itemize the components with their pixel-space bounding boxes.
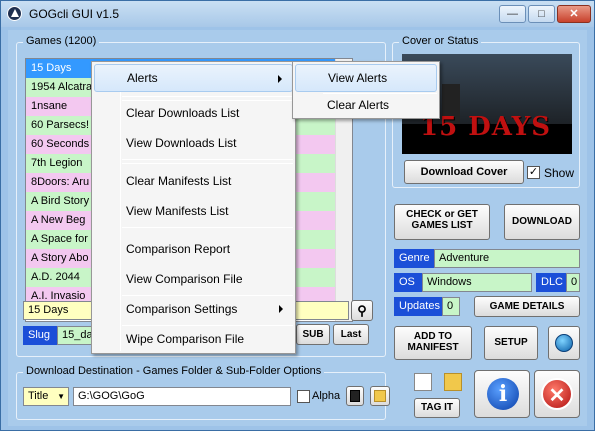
menu-item-label: Clear Downloads List	[126, 106, 240, 120]
globe-icon	[555, 334, 573, 352]
sub-button[interactable]: SUB	[296, 324, 330, 345]
dlc-field: 0	[566, 273, 580, 292]
setup-label: SETUP	[494, 337, 528, 348]
menu-item-label: Clear Manifests List	[126, 174, 232, 188]
window-title: GOGcli GUI v1.5	[29, 7, 120, 21]
search-button[interactable]: ⚲	[351, 300, 373, 321]
add-manifest-line1: ADD TO	[413, 331, 453, 342]
chevron-down-icon: ▼	[57, 392, 65, 401]
cover-group-title: Cover or Status	[399, 35, 482, 47]
submenu-item-label: View Alerts	[328, 71, 388, 85]
menu-item-comparison-report[interactable]: Comparison Report	[94, 235, 293, 263]
download-path-field[interactable]: G:\GOG\GoG	[73, 387, 291, 406]
last-button[interactable]: Last	[333, 324, 369, 345]
games-group-title: Games (1200)	[23, 35, 100, 47]
last-button-label: Last	[340, 329, 362, 340]
updates-field: 0	[442, 297, 460, 316]
maximize-button[interactable]: □	[528, 5, 555, 23]
menu-item-label: View Manifests List	[126, 204, 229, 218]
menu-item-alerts[interactable]: Alerts	[94, 64, 293, 92]
menu-item-view-comparison-file[interactable]: View Comparison File	[94, 265, 293, 293]
alpha-checkbox[interactable]	[297, 390, 310, 403]
menu-item-label: Wipe Comparison File	[126, 332, 245, 346]
tag-folder-button[interactable]	[346, 386, 364, 406]
submenu-item-clear-alerts[interactable]: Clear Alerts	[295, 91, 437, 119]
minimize-button[interactable]: —	[499, 5, 526, 23]
menu-item-clear-manifests[interactable]: Clear Manifests List	[94, 167, 293, 195]
submenu-arrow-icon	[278, 75, 282, 83]
slug-label: Slug	[23, 326, 57, 345]
dlc-label: DLC	[536, 273, 566, 292]
add-manifest-line2: MANIFEST	[407, 342, 459, 353]
web-button[interactable]	[548, 326, 580, 360]
download-button[interactable]: DOWNLOAD	[504, 204, 580, 240]
menu-item-label: View Downloads List	[126, 136, 237, 150]
alerts-submenu: View Alerts Clear Alerts	[292, 61, 440, 119]
setup-button[interactable]: SETUP	[484, 326, 538, 360]
menu-item-label: Alerts	[127, 71, 158, 85]
download-cover-label: Download Cover	[420, 166, 508, 178]
submenu-item-label: Clear Alerts	[327, 98, 390, 112]
exit-icon: ✕	[541, 378, 573, 410]
search-icon: ⚲	[357, 303, 367, 318]
subfolder-select-value: Title	[28, 390, 49, 402]
document-icon[interactable]	[414, 373, 432, 391]
open-folder-button[interactable]	[370, 386, 390, 406]
alpha-label: Alpha	[312, 390, 341, 402]
menu-item-view-manifests[interactable]: View Manifests List	[94, 197, 293, 225]
exit-button[interactable]: ✕	[534, 370, 580, 418]
menu-item-view-downloads[interactable]: View Downloads List	[94, 129, 293, 157]
sub-button-label: SUB	[302, 329, 324, 340]
check-get-games-button[interactable]: CHECK or GET GAMES LIST	[394, 204, 490, 240]
submenu-item-view-alerts[interactable]: View Alerts	[295, 64, 437, 92]
download-cover-button[interactable]: Download Cover	[404, 160, 524, 184]
submenu-arrow-icon	[279, 305, 283, 313]
context-menu: Alerts Clear Downloads List View Downloa…	[91, 61, 296, 354]
tag-icon	[350, 390, 360, 402]
tag-it-label: TAG IT	[420, 402, 454, 413]
show-cover-label: Show	[544, 166, 575, 180]
download-label: DOWNLOAD	[512, 216, 572, 227]
add-to-manifest-button[interactable]: ADD TO MANIFEST	[394, 326, 472, 360]
title-bar[interactable]: GOGcli GUI v1.5 — □ ✕	[1, 1, 594, 27]
folder-icon	[374, 390, 386, 402]
game-details-button[interactable]: GAME DETAILS	[474, 296, 580, 317]
folder-stack-icon[interactable]	[444, 373, 462, 391]
subfolder-select[interactable]: Title ▼	[23, 387, 69, 406]
check-get-line1: CHECK or GET	[406, 209, 478, 220]
info-icon: i	[487, 378, 519, 410]
close-window-button[interactable]: ✕	[557, 5, 591, 23]
app-logo-icon	[7, 6, 22, 21]
check-get-line2: GAMES LIST	[411, 220, 473, 231]
app-window: GOGcli GUI v1.5 — □ ✕ Games (1200) 15 Da…	[0, 0, 595, 431]
menu-item-clear-downloads[interactable]: Clear Downloads List	[94, 99, 293, 127]
genre-label: Genre	[394, 249, 434, 268]
os-label: OS	[394, 273, 422, 292]
download-destination-title: Download Destination - Games Folder & Su…	[23, 365, 325, 377]
genre-field: Adventure	[434, 249, 580, 268]
tag-it-button[interactable]: TAG IT	[414, 398, 460, 418]
show-cover-checkbox[interactable]: ✓	[527, 166, 540, 179]
menu-item-label: View Comparison File	[126, 272, 243, 286]
menu-item-comparison-settings[interactable]: Comparison Settings	[94, 295, 293, 323]
updates-label: Updates	[394, 297, 442, 316]
os-field: Windows	[422, 273, 532, 292]
menu-item-wipe-comparison-file[interactable]: Wipe Comparison File	[94, 325, 293, 353]
game-details-label: GAME DETAILS	[489, 301, 565, 312]
slug-field[interactable]: 15_da	[57, 326, 95, 345]
info-button[interactable]: i	[474, 370, 530, 418]
menu-item-label: Comparison Report	[126, 242, 231, 256]
menu-item-label: Comparison Settings	[126, 302, 238, 316]
